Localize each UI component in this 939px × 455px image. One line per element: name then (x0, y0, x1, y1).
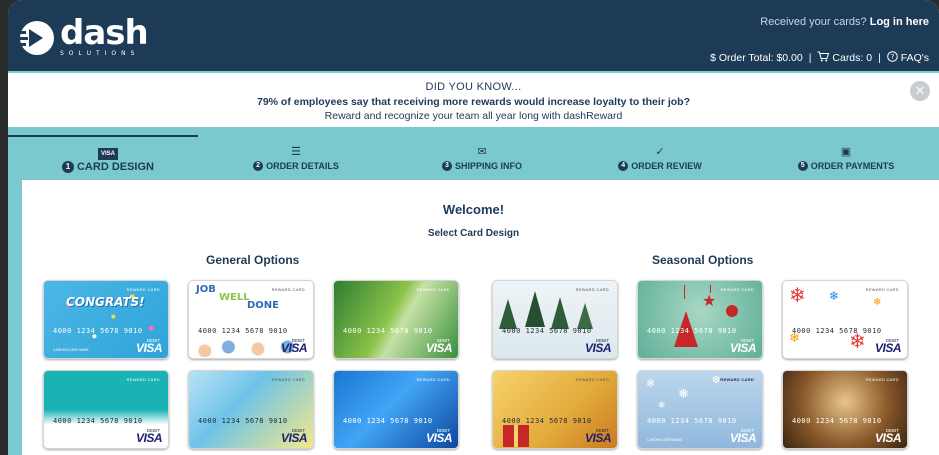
step-number: 4 (618, 161, 629, 171)
visa-logo: VISA (729, 431, 757, 445)
faq-link[interactable]: ? FAQ's (887, 51, 929, 64)
step-label: ORDER PAYMENTS (810, 161, 895, 171)
seasonal-options-title: Seasonal Options (652, 253, 754, 267)
check-icon: ✓ (655, 146, 665, 158)
card-blue-snowflakes[interactable]: ❄ ❅ ❆ ❄ REWARD CARD 4000 1234 5678 9010 … (637, 370, 763, 449)
banner-stat: 79% of employees say that receiving more… (257, 96, 690, 108)
top-header: dash SOLUTIONS Received your cards? Log … (8, 0, 939, 73)
order-steps: VISA 1 CARD DESIGN ☰ 2 ORDER DETAILS ✉ 3 SH… (8, 127, 939, 180)
card-congrats[interactable]: CONGRATS! REWARD CARD 4000 1234 5678 901… (43, 280, 169, 359)
step-number: 5 (797, 161, 808, 171)
list-icon: ☰ (291, 146, 301, 158)
step-shipping-info[interactable]: ✉ 3 SHIPPING INFO (392, 145, 572, 171)
visa-logo: VISA (280, 341, 308, 355)
card-job-well-done[interactable]: JOB WELL DONE REWARD CARD 4000 1234 5678… (188, 280, 314, 359)
welcome-heading: Welcome! (442, 202, 505, 217)
step-number: 1 (61, 161, 74, 173)
step-number: 2 (253, 161, 264, 171)
close-banner-button[interactable]: ✕ (910, 81, 930, 101)
dash-logo[interactable]: dash SOLUTIONS (16, 13, 149, 57)
visa-logo: VISA (280, 431, 308, 445)
step-card-design[interactable]: VISA 1 CARD DESIGN (18, 145, 198, 173)
step-label: ORDER DETAILS (266, 161, 339, 171)
step-label: CARD DESIGN (76, 161, 154, 173)
visa-logo: VISA (425, 341, 453, 355)
card-gold-gift[interactable]: REWARD CARD 4000 1234 5678 9010 DEBIT VI… (492, 370, 618, 449)
card-green-wave[interactable]: REWARD CARD 4000 1234 5678 9010 DEBIT VI… (333, 280, 459, 359)
card-gold-fireworks[interactable]: REWARD CARD 4000 1234 5678 9010 DEBIT VI… (782, 370, 908, 449)
banner-tagline: Reward and recognize your team all year … (324, 110, 623, 122)
app-frame: dash SOLUTIONS Received your cards? Log … (8, 0, 939, 455)
card-blue-yellow[interactable]: REWARD CARD 4000 1234 5678 9010 DEBIT VI… (188, 370, 314, 449)
card-snowflakes[interactable]: ❄ ❄ ❄ ❄ ❄ REWARD CARD 4000 1234 5678 901… (782, 280, 908, 359)
money-icon: ▣ (840, 146, 852, 158)
congrats-text: CONGRATS! (66, 295, 145, 309)
visa-logo: VISA (584, 341, 612, 355)
card-red-ornaments[interactable]: ★ REWARD CARD 4000 1234 5678 9010 DEBIT … (637, 280, 763, 359)
cart-icon (817, 51, 830, 62)
visa-logo: VISA (729, 341, 757, 355)
card-teal-drip[interactable]: REWARD CARD 4000 1234 5678 9010 DEBIT VI… (43, 370, 169, 449)
order-total: $ Order Total: $0.00 (710, 51, 803, 64)
visa-logo: VISA (135, 341, 163, 355)
order-summary: $ Order Total: $0.00 | Cards: 0 | ? FAQ'… (710, 51, 929, 64)
dash-logo-icon (16, 20, 54, 55)
banner-heading: DID YOU KNOW... (425, 81, 522, 93)
envelope-icon: ✉ (477, 146, 487, 158)
received-cards-prompt: Received your cards? Log in here (760, 16, 929, 28)
visa-card-icon: VISA (98, 148, 118, 160)
card-blue-geometric[interactable]: REWARD CARD 4000 1234 5678 9010 DEBIT VI… (333, 370, 459, 449)
cart-button[interactable]: Cards: 0 (817, 51, 872, 64)
card-winter-trees[interactable]: REWARD CARD 4000 1234 5678 9010 DEBIT VI… (492, 280, 618, 359)
step-label: ORDER REVIEW (631, 161, 702, 171)
step-order-payments[interactable]: ▣ 5 ORDER PAYMENTS (756, 145, 936, 171)
visa-logo: VISA (584, 431, 612, 445)
step-number: 3 (441, 161, 452, 171)
active-step-indicator (8, 135, 198, 137)
received-text: Received your cards? (760, 16, 867, 28)
logo-wordmark: dash (60, 13, 149, 53)
visa-logo: VISA (874, 431, 902, 445)
step-order-details[interactable]: ☰ 2 ORDER DETAILS (206, 145, 386, 171)
faq-label: FAQ's (900, 52, 929, 64)
step-label: SHIPPING INFO (454, 161, 522, 171)
svg-text:?: ? (890, 53, 894, 61)
visa-logo: VISA (135, 431, 163, 445)
login-link[interactable]: Log in here (870, 16, 929, 28)
select-card-design-label: Select Card Design (427, 228, 520, 239)
close-icon: ✕ (914, 83, 926, 98)
step-order-review[interactable]: ✓ 4 ORDER REVIEW (570, 145, 750, 171)
visa-logo: VISA (425, 431, 453, 445)
card-selection-panel: Welcome! Select Card Design General Opti… (22, 180, 939, 455)
did-you-know-banner: DID YOU KNOW... 79% of employees say tha… (8, 75, 939, 127)
general-options-title: General Options (206, 253, 300, 267)
logo-subtitle: SOLUTIONS (60, 50, 140, 57)
question-circle-icon: ? (887, 51, 898, 62)
cards-count: Cards: 0 (832, 52, 873, 64)
visa-logo: VISA (874, 341, 902, 355)
